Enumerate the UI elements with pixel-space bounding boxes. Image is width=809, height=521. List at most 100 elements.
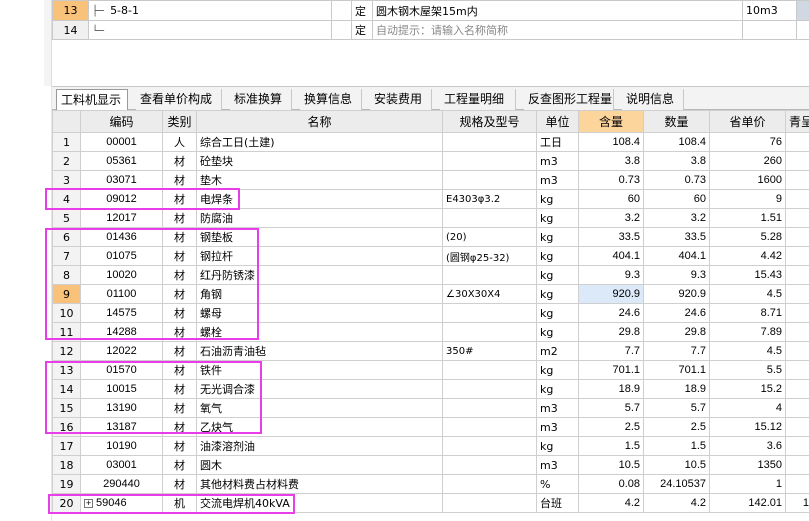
unit-cell[interactable]: m2 <box>536 341 579 361</box>
unit-cell[interactable]: kg <box>536 322 579 342</box>
extra-cell[interactable] <box>785 189 809 209</box>
content-cell[interactable]: 18.9 <box>578 379 644 399</box>
quantity-cell[interactable]: 10.5 <box>643 455 710 475</box>
category-cell[interactable]: 材 <box>162 474 197 494</box>
province-price-cell[interactable]: 5.28 <box>709 227 786 247</box>
name-cell[interactable]: 钢垫板 <box>196 227 443 247</box>
name-cell[interactable]: 电焊条 <box>196 189 443 209</box>
quantity-cell[interactable]: 3.2 <box>643 208 710 228</box>
table-row[interactable]: 6 01436 材钢垫板 (20) kg 33.5 33.5 5.28 <box>52 227 809 247</box>
tab-description-info[interactable]: 说明信息 <box>622 89 684 110</box>
tab-unit-price-composition[interactable]: 查看单价构成 <box>136 89 222 110</box>
code-cell[interactable]: 12017 <box>80 208 163 228</box>
province-price-cell[interactable]: 8.71 <box>709 303 786 323</box>
content-cell[interactable]: 10.5 <box>578 455 644 475</box>
category-cell[interactable]: 机 <box>162 493 197 513</box>
unit-cell[interactable]: kg <box>536 360 579 380</box>
spec-cell[interactable] <box>442 208 537 228</box>
province-price-cell[interactable]: 4.5 <box>709 341 786 361</box>
unit-cell[interactable]: kg <box>536 227 579 247</box>
quantity-cell[interactable]: 0.73 <box>643 170 710 190</box>
spec-cell[interactable] <box>442 170 537 190</box>
table-row[interactable]: 12 12022 材石油沥青油毡 350# m2 7.7 7.7 4.5 <box>52 341 809 361</box>
extra-cell[interactable] <box>785 284 809 304</box>
table-row[interactable]: 8 10020 材红丹防锈漆 kg 9.3 9.3 15.43 <box>52 265 809 285</box>
code-cell[interactable]: 09012 <box>80 189 163 209</box>
extra-cell[interactable] <box>785 417 809 437</box>
extra-cell[interactable] <box>785 322 809 342</box>
table-row[interactable]: 4 09012 材电焊条 E4303φ3.2 kg 60 60 9 <box>52 189 809 209</box>
code-cell[interactable]: 10190 <box>80 436 163 456</box>
code-cell[interactable]: 01570 <box>80 360 163 380</box>
category-cell[interactable]: 材 <box>162 455 197 475</box>
name-cell[interactable]: 钢拉杆 <box>196 246 443 266</box>
province-price-cell[interactable]: 4 <box>709 398 786 418</box>
content-cell[interactable]: 5.7 <box>578 398 644 418</box>
name-cell[interactable]: 防腐油 <box>196 208 443 228</box>
spec-cell[interactable] <box>442 493 537 513</box>
content-cell[interactable]: 1.5 <box>578 436 644 456</box>
spec-cell[interactable] <box>442 455 537 475</box>
tab-standard-conversion[interactable]: 标准换算 <box>230 89 292 110</box>
code-cell[interactable]: 01075 <box>80 246 163 266</box>
content-cell[interactable]: 920.9 <box>578 284 644 304</box>
category-cell[interactable]: 材 <box>162 341 197 361</box>
quota-code-cell[interactable]: └─ <box>88 20 332 40</box>
code-cell[interactable]: 13190 <box>80 398 163 418</box>
extra-cell[interactable] <box>785 379 809 399</box>
name-cell[interactable]: 氧气 <box>196 398 443 418</box>
category-cell[interactable]: 人 <box>162 132 197 152</box>
spec-cell[interactable] <box>442 398 537 418</box>
quantity-cell[interactable]: 24.6 <box>643 303 710 323</box>
quantity-cell[interactable]: 33.5 <box>643 227 710 247</box>
province-price-cell[interactable]: 260 <box>709 151 786 171</box>
table-row[interactable]: 16 13187 材乙炔气 m3 2.5 2.5 15.12 <box>52 417 809 437</box>
spec-cell[interactable]: E4303φ3.2 <box>442 189 537 209</box>
spec-cell[interactable] <box>442 265 537 285</box>
column-header-content[interactable]: 含量 <box>578 110 644 133</box>
spec-cell[interactable] <box>442 151 537 171</box>
province-price-cell[interactable]: 3.6 <box>709 436 786 456</box>
unit-cell[interactable]: m3 <box>536 151 579 171</box>
content-cell[interactable]: 60 <box>578 189 644 209</box>
content-cell[interactable]: 2.5 <box>578 417 644 437</box>
column-header-extra[interactable]: 青呈 <box>785 110 809 133</box>
column-header-name[interactable]: 名称 <box>196 110 443 133</box>
table-row[interactable]: 15 13190 材氧气 m3 5.7 5.7 4 <box>52 398 809 418</box>
quantity-cell[interactable]: 920.9 <box>643 284 710 304</box>
spec-cell[interactable] <box>442 322 537 342</box>
column-header-code[interactable]: 编码 <box>80 110 163 133</box>
code-cell[interactable]: 13187 <box>80 417 163 437</box>
extra-cell[interactable] <box>785 132 809 152</box>
content-cell[interactable]: 9.3 <box>578 265 644 285</box>
table-row[interactable]: 20 +59046 机交流电焊机40kVA 台班 4.2 4.2 142.01 1 <box>52 493 809 513</box>
extra-cell[interactable] <box>785 208 809 228</box>
quantity-cell[interactable]: 404.1 <box>643 246 710 266</box>
category-cell[interactable]: 材 <box>162 189 197 209</box>
column-header-category[interactable]: 类别 <box>162 110 197 133</box>
name-cell[interactable]: 综合工日(土建) <box>196 132 443 152</box>
table-row[interactable]: 1 00001 人综合工日(土建) 工日 108.4 108.4 76 <box>52 132 809 152</box>
province-price-cell[interactable]: 4.5 <box>709 284 786 304</box>
table-row[interactable]: 7 01075 材钢拉杆 (圆钢φ25-32) kg 404.1 404.1 4.42 <box>52 246 809 266</box>
quantity-cell[interactable]: 4.2 <box>643 493 710 513</box>
category-cell[interactable]: 材 <box>162 360 197 380</box>
quantity-cell[interactable]: 3.8 <box>643 151 710 171</box>
extra-cell[interactable] <box>785 455 809 475</box>
province-price-cell[interactable]: 1600 <box>709 170 786 190</box>
category-cell[interactable]: 材 <box>162 322 197 342</box>
province-price-cell[interactable]: 4.42 <box>709 246 786 266</box>
province-price-cell[interactable]: 7.89 <box>709 322 786 342</box>
province-price-cell[interactable]: 142.01 <box>709 493 786 513</box>
quantity-cell[interactable]: 2.5 <box>643 417 710 437</box>
extra-cell[interactable] <box>785 303 809 323</box>
extra-cell[interactable] <box>785 341 809 361</box>
tab-installation-fee[interactable]: 安装费用 <box>370 89 432 110</box>
name-cell[interactable]: 螺母 <box>196 303 443 323</box>
category-cell[interactable]: 材 <box>162 284 197 304</box>
table-row[interactable]: 18 03001 材圆木 m3 10.5 10.5 1350 <box>52 455 809 475</box>
name-cell[interactable]: 垫木 <box>196 170 443 190</box>
name-cell[interactable]: 石油沥青油毡 <box>196 341 443 361</box>
name-cell[interactable]: 角钢 <box>196 284 443 304</box>
quantity-cell[interactable]: 1.5 <box>643 436 710 456</box>
